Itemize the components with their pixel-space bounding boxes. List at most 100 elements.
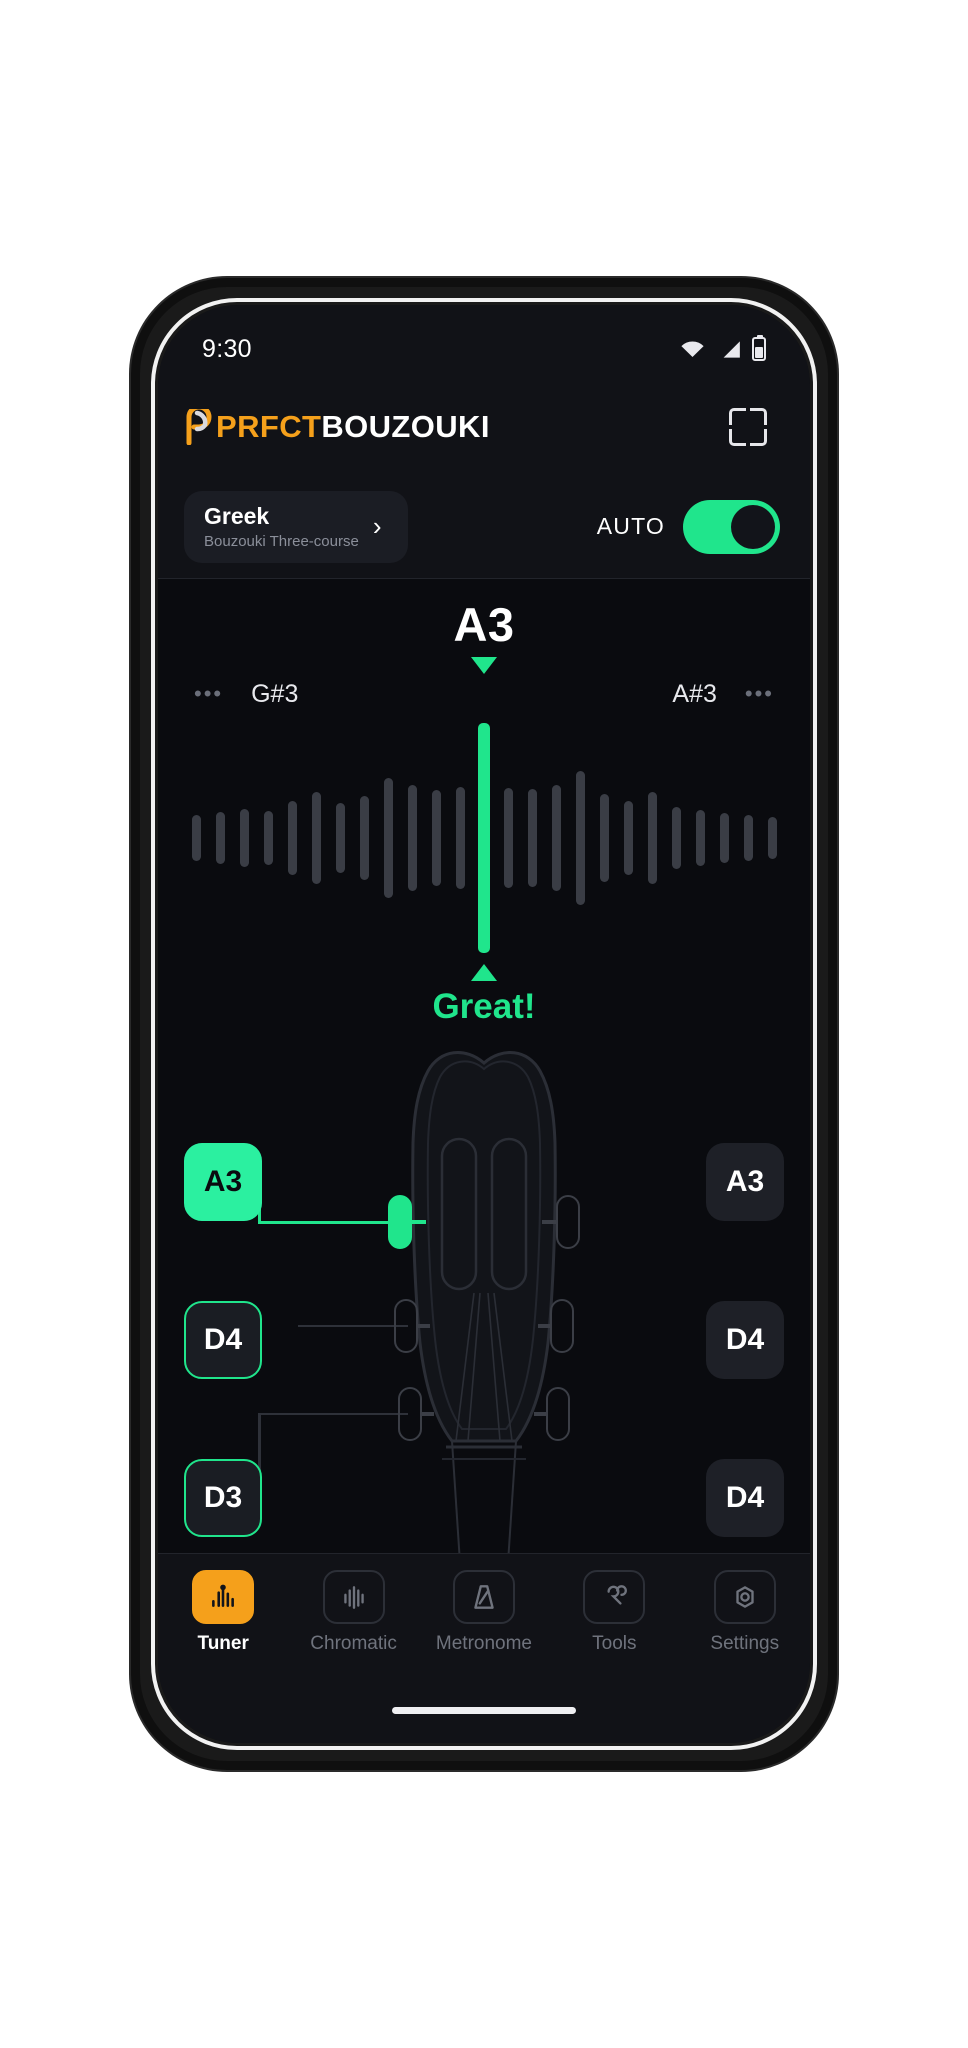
nav-label-tuner: Tuner	[197, 1633, 249, 1654]
fullscreen-corner-br	[750, 429, 767, 446]
nav-item-tools[interactable]: Tools	[555, 1570, 673, 1655]
string-row: D3	[184, 1419, 262, 1553]
wire-left-1-horz	[258, 1221, 388, 1224]
meter-bar	[671, 807, 681, 869]
fullscreen-icon[interactable]	[724, 403, 772, 451]
nav-item-tuner[interactable]: Tuner	[164, 1570, 282, 1655]
left-ellipsis-icon: •••	[194, 681, 224, 706]
nav-label-tools: Tools	[592, 1633, 637, 1654]
peg-stem-left-1	[410, 1220, 426, 1224]
string-button-d3-3[interactable]: D3	[184, 1459, 262, 1537]
peg-knob-right-3[interactable]	[546, 1387, 570, 1441]
tuning-meter-chart[interactable]	[158, 722, 810, 954]
meter-bar	[239, 809, 249, 867]
right-ellipsis-icon: •••	[744, 681, 774, 706]
string-row: A3	[706, 1103, 784, 1261]
string-button-d4-3[interactable]: D4	[706, 1459, 784, 1537]
peg-knob-left-2[interactable]	[394, 1299, 418, 1353]
meter-bar-slot	[208, 812, 232, 864]
peg-stem-left-2	[416, 1324, 430, 1328]
peg-stem-right-2	[538, 1324, 552, 1328]
preset-row: Greek Bouzouki Three-course › AUTO	[158, 475, 810, 579]
string-row: D4	[184, 1261, 262, 1419]
string-row: A3	[184, 1103, 262, 1261]
meter-bar-slot	[496, 788, 520, 888]
neighbor-right-group: A#3 •••	[672, 680, 774, 709]
string-button-a3-1[interactable]: A3	[706, 1143, 784, 1221]
meter-bar-slot	[424, 790, 448, 886]
meter-bar	[383, 778, 393, 898]
meter-bar	[623, 801, 633, 875]
headstock-string-section: A3 D4 D3 A3 D4 D4	[158, 1035, 810, 1553]
meter-bar	[575, 771, 585, 905]
meter-bar-slot	[760, 817, 784, 859]
meter-bar	[695, 810, 705, 866]
peg-knob-left-1[interactable]	[388, 1195, 412, 1249]
neighbor-notes-row: ••• G#3 A#3 •••	[158, 674, 810, 708]
triangle-down-icon	[471, 657, 497, 674]
meter-bar	[599, 794, 609, 882]
nav-item-chromatic[interactable]: Chromatic	[295, 1570, 413, 1655]
meter-bar-slot	[688, 810, 712, 866]
meter-bar-slot	[544, 785, 568, 891]
neighbor-note-left: G#3	[251, 679, 299, 708]
meter-bar	[647, 792, 657, 884]
wire-left-2	[298, 1325, 408, 1327]
meter-bar	[527, 789, 537, 887]
battery-icon	[752, 335, 766, 361]
meter-bar	[743, 815, 753, 861]
phone-screen: 9:30 PRFCT BOUZOUKI Greek Bouzouki Three…	[158, 305, 810, 1743]
fullscreen-corner-bl	[729, 429, 746, 446]
peg-knob-left-3[interactable]	[398, 1387, 422, 1441]
meter-bar	[719, 813, 729, 863]
meter-bar-slot	[304, 792, 328, 884]
peg-knob-right-1[interactable]	[556, 1195, 580, 1249]
string-buttons-left: A3 D4 D3	[184, 1103, 262, 1553]
meter-bar	[215, 812, 225, 864]
neighbor-note-right: A#3	[672, 679, 717, 708]
instrument-preset-selector[interactable]: Greek Bouzouki Three-course ›	[184, 490, 408, 563]
string-button-d4-2[interactable]: D4	[184, 1301, 262, 1379]
bottom-navigation-bar: Tuner Chromatic Metronome Tools Settings	[158, 1553, 810, 1701]
metronome-icon	[452, 1570, 515, 1624]
meter-bar	[551, 785, 561, 891]
brand-name-rest: BOUZOUKI	[321, 409, 490, 444]
headstock-illustration	[411, 1051, 557, 1553]
meter-bar	[335, 803, 345, 873]
meter-bar	[431, 790, 441, 886]
preset-text-group: Greek Bouzouki Three-course	[204, 503, 359, 550]
cellular-signal-icon	[716, 339, 742, 359]
meter-bar-active	[478, 723, 490, 953]
string-button-a3-1[interactable]: A3	[184, 1143, 262, 1221]
fullscreen-corner-tr	[750, 408, 767, 425]
brand-name-accent: PRFCT	[216, 409, 322, 444]
peg-knob-right-2[interactable]	[550, 1299, 574, 1353]
fullscreen-corner-tl	[729, 408, 746, 425]
home-indicator[interactable]	[392, 1707, 576, 1714]
wifi-icon	[679, 339, 706, 359]
meter-bar	[311, 792, 321, 884]
meter-bar	[191, 815, 201, 861]
auto-toggle-switch[interactable]	[683, 499, 780, 554]
chevron-right-icon: ›	[372, 511, 382, 541]
meter-bar	[455, 787, 465, 889]
meter-bar-slot	[712, 813, 736, 863]
app-header: PRFCT BOUZOUKI	[158, 379, 810, 475]
peg-stem-right-1	[542, 1220, 558, 1224]
neighbor-left-group: ••• G#3	[194, 680, 298, 709]
prfct-p-logo-icon	[184, 404, 214, 446]
tuner-gauge-section: A3 ••• G#3 A#3 ••• Great!	[158, 579, 810, 1035]
string-button-d4-2[interactable]: D4	[706, 1301, 784, 1379]
nav-item-settings[interactable]: Settings	[686, 1570, 804, 1655]
nav-item-metronome[interactable]: Metronome	[425, 1570, 543, 1655]
string-buttons-right: A3 D4 D4	[706, 1103, 784, 1553]
phone-frame: 9:30 PRFCT BOUZOUKI Greek Bouzouki Three…	[131, 278, 837, 1770]
brand-logo-group: PRFCT BOUZOUKI	[184, 404, 490, 446]
meter-bar-slot	[640, 792, 664, 884]
meter-bar-slot	[232, 809, 256, 867]
tuner-icon	[192, 1570, 255, 1624]
preset-title: Greek	[204, 502, 270, 529]
meter-bar-slot	[256, 811, 280, 865]
string-row: D4	[706, 1419, 784, 1553]
meter-bar-slot	[472, 723, 496, 953]
